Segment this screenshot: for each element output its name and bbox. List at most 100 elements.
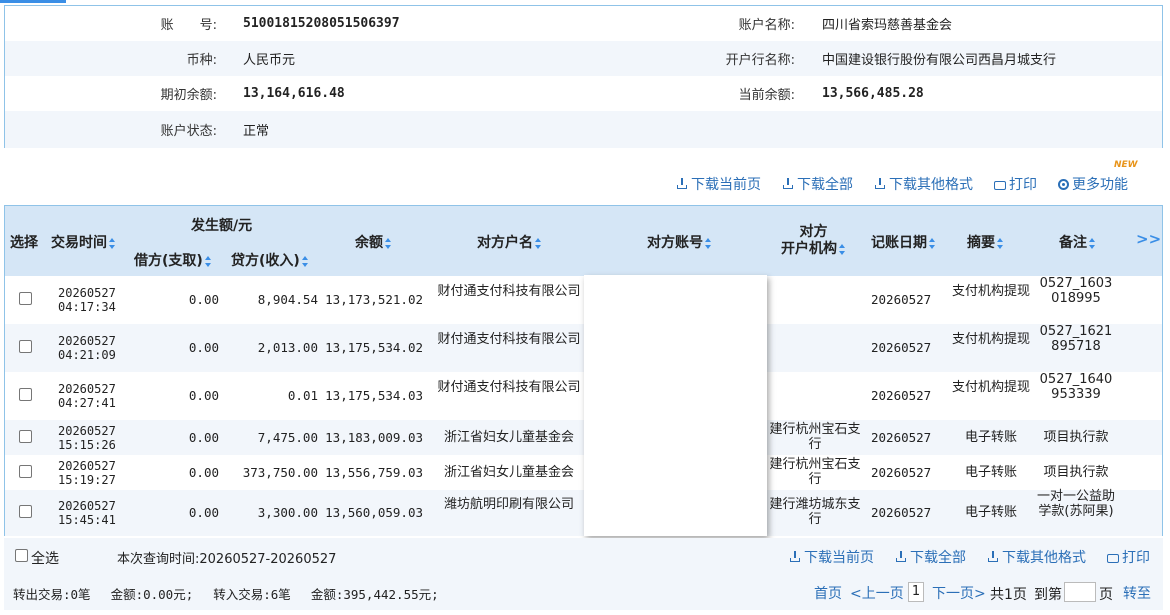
download-all-button[interactable]: 下载全部 — [782, 174, 853, 194]
counterparty-name: 财付通支付科技有限公司 — [437, 332, 581, 347]
header-counterparty-bank[interactable]: 对方 开户机构 — [781, 224, 846, 258]
header-counterparty-account-label: 对方账号 — [647, 235, 703, 251]
post-date: 20260527 — [871, 388, 932, 403]
info-row-account: 账 号: 51001815208051506397 账户名称: 四川省索玛慈善基… — [5, 6, 1162, 41]
sort-icon — [929, 237, 936, 249]
prev-page-link[interactable]: <上一页 — [850, 583, 904, 603]
opening-balance-label: 期初余额: — [160, 88, 217, 103]
header-summary[interactable]: 摘要 — [967, 232, 1004, 252]
balance-amount: 13,173,521.02 — [325, 292, 423, 307]
download-icon — [987, 551, 999, 563]
print-button[interactable]: 打印 — [994, 174, 1037, 194]
download-other-button[interactable]: 下载其他格式 — [874, 174, 973, 194]
footer-download-all-button[interactable]: 下载全部 — [895, 547, 966, 567]
header-counterparty-bank-line2: 开户机构 — [781, 241, 837, 257]
header-time[interactable]: 交易时间 — [51, 232, 116, 252]
bank-label: 开户行名称: — [725, 53, 795, 68]
currency: 人民币元 — [243, 53, 296, 68]
expand-columns-icon[interactable]: >> — [1136, 230, 1161, 248]
goto-label: 到第 — [1034, 587, 1062, 603]
table-header: 选择 交易时间 发生额/元 借方(支取) 贷方(收入) 余额 对方户名 对方账号… — [5, 206, 1162, 276]
download-icon — [874, 178, 886, 190]
more-functions-button[interactable]: 更多功能 — [1058, 174, 1128, 194]
post-date: 20260527 — [871, 464, 932, 480]
goto-button[interactable]: 转至 — [1123, 583, 1151, 603]
footer-print-label: 打印 — [1122, 550, 1150, 566]
download-page-label: 下载当前页 — [691, 177, 761, 193]
sort-icon — [385, 237, 392, 249]
row-checkbox[interactable] — [19, 292, 32, 305]
post-date: 20260527 — [871, 340, 932, 355]
header-debit[interactable]: 借方(支取) — [134, 250, 212, 270]
select-all-label[interactable]: 全选 — [31, 548, 59, 568]
header-remark[interactable]: 备注 — [1059, 232, 1096, 252]
header-credit[interactable]: 贷方(收入) — [231, 250, 309, 270]
balance-amount: 13,175,534.03 — [325, 388, 423, 403]
counterparty-name: 潍坊航明印刷有限公司 — [443, 497, 574, 512]
header-time-label: 交易时间 — [51, 235, 107, 251]
transaction-date: 20260527 — [58, 334, 116, 348]
header-remark-label: 备注 — [1059, 235, 1087, 251]
transaction-date: 20260527 — [58, 458, 116, 473]
counterparty-bank: 建行杭州宝石支行 — [769, 456, 861, 487]
current-balance: 13,566,485.28 — [822, 86, 924, 101]
sort-icon — [1089, 237, 1096, 249]
header-counterparty-name[interactable]: 对方户名 — [477, 232, 542, 252]
header-counterparty-account[interactable]: 对方账号 — [647, 232, 712, 252]
printer-icon — [1107, 553, 1119, 563]
top-border — [0, 0, 1170, 3]
credit-amount: 0.01 — [287, 388, 318, 403]
bank-name: 中国建设银行股份有限公司西昌月城支行 — [822, 53, 1057, 68]
status-label: 账户状态: — [160, 124, 217, 139]
row-checkbox[interactable] — [19, 505, 32, 518]
download-all-label: 下载全部 — [797, 177, 853, 193]
header-amount-group: 发生额/元 — [191, 218, 253, 234]
post-date: 20260527 — [871, 429, 932, 445]
post-date: 20260527 — [871, 505, 932, 520]
header-balance[interactable]: 余额 — [355, 232, 392, 252]
row-checkbox[interactable] — [19, 464, 32, 478]
credit-amount: 8,904.54 — [257, 292, 318, 307]
page-unit-label: 页 — [1099, 587, 1113, 603]
row-checkbox[interactable] — [19, 429, 32, 443]
counterparty-name: 财付通支付科技有限公司 — [437, 380, 581, 395]
credit-amount: 373,750.00 — [242, 464, 318, 480]
table-footer-actions: 全选 本次查询时间:20260527-20260527 下载当前页 下载全部 下… — [4, 538, 1163, 574]
footer-download-other-label: 下载其他格式 — [1002, 550, 1086, 566]
header-post-date-label: 记账日期 — [871, 235, 927, 251]
header-post-date[interactable]: 记账日期 — [871, 232, 936, 252]
account-name: 四川省索玛慈善基金会 — [822, 18, 953, 33]
counterparty-name: 浙江省妇女儿童基金会 — [443, 464, 574, 480]
first-page-link[interactable]: 首页 — [814, 583, 842, 603]
summary-text: 电子转账 — [964, 505, 1017, 520]
remark-text: 0527_1621895718 — [1039, 324, 1113, 354]
info-row-balance: 期初余额: 13,164,616.48 当前余额: 13,566,485.28 — [5, 76, 1162, 111]
download-icon — [895, 551, 907, 563]
transaction-date: 20260527 — [58, 499, 116, 513]
footer-download-other-button[interactable]: 下载其他格式 — [987, 547, 1086, 567]
debit-amount: 0.00 — [188, 388, 219, 403]
sort-icon — [109, 237, 116, 249]
current-page[interactable]: 1 — [908, 582, 924, 602]
print-label: 打印 — [1009, 177, 1037, 193]
next-page-link[interactable]: 下一页> — [932, 583, 986, 603]
transaction-time: 04:21:09 — [58, 348, 116, 362]
select-all-checkbox[interactable] — [15, 549, 28, 562]
account-name-label: 账户名称: — [738, 18, 795, 33]
goto-page-input[interactable] — [1064, 582, 1096, 602]
printer-icon — [994, 180, 1006, 190]
sort-icon — [705, 237, 712, 249]
download-page-button[interactable]: 下载当前页 — [676, 174, 761, 194]
footer-print-button[interactable]: 打印 — [1107, 547, 1150, 567]
header-select: 选择 — [10, 235, 38, 251]
remark-text: 0527_1640953339 — [1039, 372, 1113, 402]
sort-icon — [204, 255, 212, 267]
download-icon — [789, 551, 801, 563]
row-checkbox[interactable] — [19, 340, 32, 353]
row-checkbox[interactable] — [19, 388, 32, 401]
sort-icon — [839, 243, 846, 255]
transaction-time: 15:19:27 — [58, 472, 116, 487]
balance-amount: 13,556,759.03 — [325, 464, 423, 480]
credit-amount: 3,300.00 — [257, 505, 318, 520]
footer-download-page-button[interactable]: 下载当前页 — [789, 547, 874, 567]
